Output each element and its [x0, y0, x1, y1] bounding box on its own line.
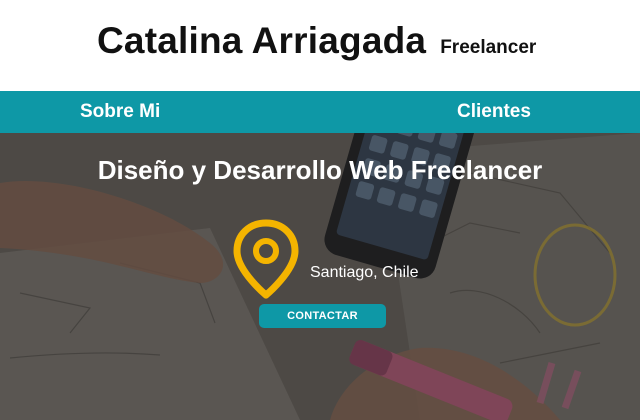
brand: Catalina Arriagada Freelancer — [97, 20, 536, 70]
hero-section: Diseño y Desarrollo Web Freelancer Santi… — [0, 133, 640, 420]
location-text: Santiago, Chile — [310, 264, 419, 281]
site-tagline: Freelancer — [440, 37, 537, 58]
nav-item-clientes[interactable]: Clientes — [457, 91, 531, 133]
main-nav: Sobre Mi Clientes — [0, 91, 640, 133]
map-pin-icon — [233, 219, 299, 299]
site-header: Catalina Arriagada Freelancer — [0, 0, 640, 91]
contact-button[interactable]: CONTACTAR — [259, 304, 386, 328]
site-title: Catalina Arriagada — [97, 20, 427, 61]
hero-title: Diseño y Desarrollo Web Freelancer — [97, 155, 543, 185]
nav-item-sobre-mi[interactable]: Sobre Mi — [80, 91, 160, 133]
